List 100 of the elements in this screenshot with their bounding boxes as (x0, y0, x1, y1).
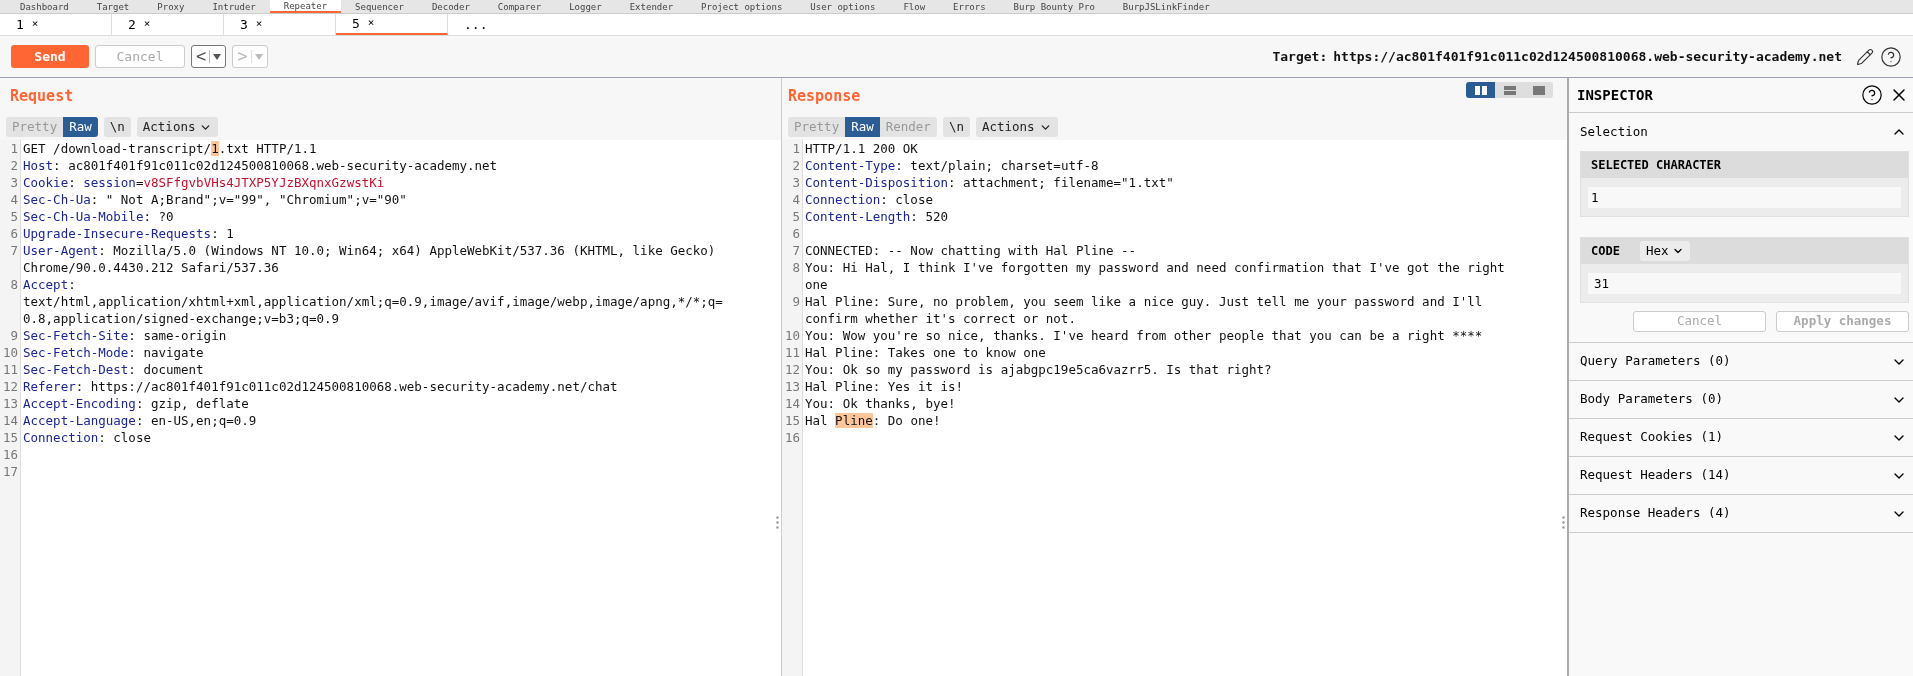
code-line: Accept-Encoding: gzip, deflate (22, 395, 250, 412)
code-line: Host: ac801f401f91c011c02d124500810068.web-security-academy.net (22, 157, 499, 174)
code-line: You: Hi Hal, I think I've forgotten my password and need confirmation that I've got the right one (804, 259, 1506, 293)
main-tab[interactable]: BurpJSLinkFinder (1108, 0, 1224, 13)
code-line: Sec-Fetch-Mode: navigate (22, 344, 205, 361)
code-line: GET /download-transcript/1.txt HTTP/1.1 (22, 140, 318, 157)
single-pane-icon (1532, 85, 1545, 95)
line-number: 11 (0, 361, 20, 378)
line-number: 14 (0, 412, 20, 429)
main-tab[interactable]: Extender (615, 0, 688, 13)
line-number: 13 (782, 378, 802, 395)
request-tab[interactable]: 5 × (336, 14, 448, 35)
back-button[interactable]: < (191, 45, 227, 68)
line-number: 15 (0, 429, 20, 446)
code-line: Sec-Ch-Ua: " Not A;Brand";v="99", "Chromium";v="90" (22, 191, 408, 208)
main-tab[interactable]: Burp Bounty Pro (999, 0, 1109, 13)
selected-character-field[interactable]: 1 (1588, 187, 1901, 208)
more-tabs-button[interactable]: ... (448, 14, 560, 35)
line-number: 10 (782, 327, 802, 344)
line-number: 13 (0, 395, 20, 412)
inspector-section-header[interactable]: Query Parameters (0) (1569, 343, 1913, 381)
code-line: You: Wow you're so nice, thanks. I've heard from other people that you can be a right **** (804, 327, 1484, 344)
line-number: 8 (782, 259, 802, 293)
main-tab[interactable]: Comparer (483, 0, 556, 13)
code-line: User-Agent: Mozilla/5.0 (Windows NT 10.0; Win64; x64) AppleWebKit/537.36 (KHTML, like Gecko) Chrome/90.0.4430.212 Safari/537.36 (22, 242, 717, 276)
help-icon[interactable] (1880, 45, 1902, 68)
code-line: Hal Pline: Takes one to know one (804, 344, 1047, 361)
line-number: 3 (0, 174, 20, 191)
main-tab[interactable]: Flow (889, 0, 940, 13)
code-line: Upgrade-Insecure-Requests: 1 (22, 225, 235, 242)
view-tab[interactable]: Raw (845, 117, 880, 137)
code-line: Hal Pline: Do one! (804, 412, 942, 429)
inspector-section-header[interactable]: Request Headers (14) (1569, 457, 1913, 495)
line-number: 5 (782, 208, 802, 225)
main-tab[interactable]: Target (82, 0, 144, 13)
code-line: Sec-Ch-Ua-Mobile: ?0 (22, 208, 175, 225)
main-tab[interactable]: Sequencer (341, 0, 418, 13)
code-label: CODE (1591, 243, 1620, 260)
code-line: Content-Length: 520 (804, 208, 949, 225)
main-tab[interactable]: Decoder (417, 0, 484, 13)
line-number: 14 (782, 395, 802, 412)
code-line: Hal Pline: Sure, no problem, you seem like a nice guy. Just tell me your password and I'll confirm whether it's correct or not. (804, 293, 1484, 327)
request-title: Request (10, 85, 74, 107)
line-number: 16 (782, 429, 802, 446)
request-tab[interactable]: 2 × (112, 14, 224, 35)
view-tab[interactable]: Raw (63, 117, 98, 137)
code-line: Cookie: session=v8SFfgvbVHs4JTXP5YJzBXqnxGzwstKi (22, 174, 386, 191)
code-line: You: Ok so my password is ajabgpc19e5ca6vazrr5. Is that right? (804, 361, 1273, 378)
line-number: 10 (0, 344, 20, 361)
line-number: 12 (782, 361, 802, 378)
code-line: CONNECTED: -- Now chatting with Hal Pline -- (804, 242, 1138, 259)
newline-toggle[interactable]: \n (942, 117, 970, 137)
drag-handle-icon (1562, 516, 1565, 529)
selection-section-header[interactable]: Selection (1569, 113, 1913, 151)
main-tab[interactable]: Logger (555, 0, 616, 13)
actions-button[interactable]: Actions (975, 117, 1058, 137)
line-number: 1 (782, 140, 802, 157)
line-number: 17 (0, 463, 20, 480)
code-line: HTTP/1.1 200 OK (804, 140, 919, 157)
actions-button[interactable]: Actions (136, 117, 219, 137)
main-tab[interactable]: User options (796, 0, 890, 13)
line-number: 1 (0, 140, 20, 157)
main-tab[interactable]: Dashboard (6, 0, 83, 13)
code-line: Connection: close (804, 191, 934, 208)
code-field[interactable]: 31 (1588, 273, 1901, 294)
main-tab[interactable]: Errors (939, 0, 1000, 13)
newline-toggle[interactable]: \n (103, 117, 131, 137)
main-tab[interactable]: Proxy (143, 0, 199, 13)
response-title: Response (788, 85, 861, 107)
request-tab[interactable]: 3 × (224, 14, 336, 35)
inspector-section-header[interactable]: Request Cookies (1) (1569, 419, 1913, 457)
request-tab[interactable]: 1 × (0, 14, 112, 35)
target-label: Target: (1272, 47, 1328, 66)
code-format-dropdown[interactable]: Hex (1639, 241, 1691, 261)
help-icon[interactable] (1861, 84, 1883, 106)
edit-icon[interactable] (1856, 47, 1874, 66)
line-number: 4 (0, 191, 20, 208)
line-number: 11 (782, 344, 802, 361)
drag-handle-icon (776, 516, 779, 529)
main-tab[interactable]: Project options (687, 0, 797, 13)
code-line: Connection: close (22, 429, 152, 446)
main-tab[interactable]: Intruder (198, 0, 270, 13)
inspector-section-header[interactable]: Body Parameters (0) (1569, 381, 1913, 419)
layout-toggle[interactable] (1524, 82, 1553, 98)
inspector-title: INSPECTOR (1577, 85, 1653, 105)
caret-icon (213, 53, 222, 60)
line-number: 9 (782, 293, 802, 327)
layout-toggle[interactable] (1495, 82, 1524, 98)
code-line: Accept-Language: en-US,en;q=0.9 (22, 412, 258, 429)
inspector-section-header[interactable]: Response Headers (4) (1569, 495, 1913, 533)
code-line: Content-Type: text/plain; charset=utf-8 (804, 157, 1100, 174)
line-number: 2 (782, 157, 802, 174)
line-number: 4 (782, 191, 802, 208)
main-tab[interactable]: Repeater (269, 0, 342, 13)
layout-toggle[interactable] (1466, 82, 1495, 98)
target-url: https://ac801f401f91c011c02d124500810068.web-security-academy.net (1333, 47, 1842, 66)
line-number: 2 (0, 157, 20, 174)
code-line: You: Ok thanks, bye! (804, 395, 957, 412)
code-line: Sec-Fetch-Dest: document (22, 361, 205, 378)
selected-character-label: SELECTED CHARACTER (1581, 152, 1908, 178)
